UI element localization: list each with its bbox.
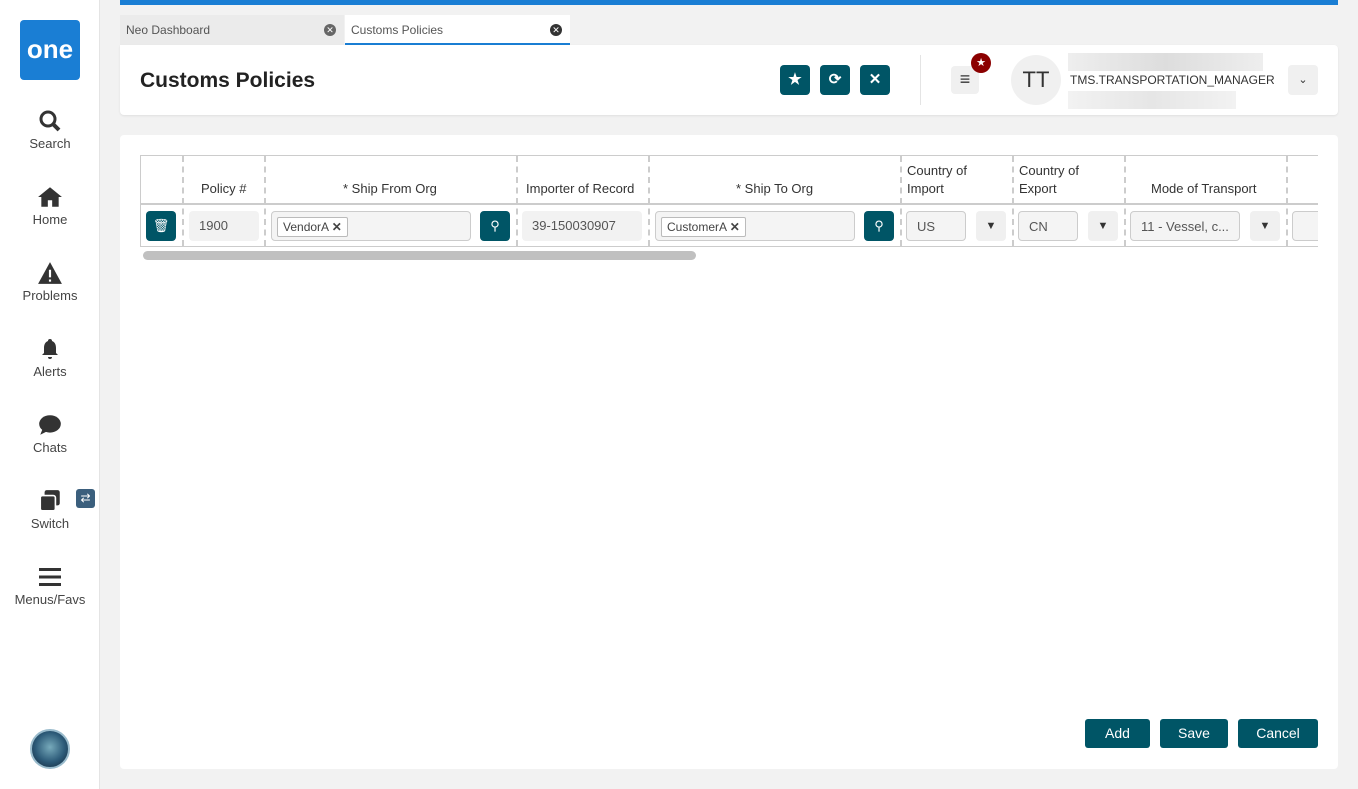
divider bbox=[920, 55, 921, 105]
blurred-user-name bbox=[1068, 53, 1263, 71]
close-button[interactable]: ✕ bbox=[860, 65, 890, 95]
tab-label: Customs Policies bbox=[351, 23, 444, 37]
trash-icon: 🗑 bbox=[152, 218, 170, 233]
remove-chip-icon[interactable]: ✕ bbox=[730, 220, 740, 234]
sidebar-item-label: Chats bbox=[33, 440, 67, 455]
country-import-dropdown[interactable]: ▼ bbox=[976, 211, 1006, 241]
switch-icon bbox=[39, 490, 60, 512]
next-column-field[interactable] bbox=[1292, 211, 1318, 241]
sidebar-item-menus-favs[interactable]: Menus/Favs bbox=[0, 564, 100, 607]
mode-of-transport-dropdown[interactable]: ▼ bbox=[1250, 211, 1280, 241]
list-icon: ≡ bbox=[959, 69, 971, 89]
warning-icon bbox=[38, 262, 62, 284]
chat-icon bbox=[39, 415, 61, 435]
user-menu-dropdown[interactable]: ⌄ bbox=[1288, 65, 1318, 95]
chevron-down-icon: ▼ bbox=[985, 220, 997, 232]
save-button[interactable]: Save bbox=[1160, 719, 1228, 748]
sidebar: one Search Home Problems Alerts Chats Sw… bbox=[0, 0, 100, 789]
favorite-button[interactable]: ★ bbox=[780, 65, 810, 95]
close-icon: ✕ bbox=[868, 71, 882, 88]
top-accent-bar bbox=[120, 0, 1338, 5]
header-ship-from: * Ship From Org bbox=[343, 181, 437, 196]
tab-neo-dashboard[interactable]: Neo Dashboard ✕ bbox=[120, 15, 344, 45]
cancel-button[interactable]: Cancel bbox=[1238, 719, 1318, 748]
search-icon: ⚲ bbox=[490, 218, 500, 233]
country-export-dropdown[interactable]: ▼ bbox=[1088, 211, 1118, 241]
sidebar-item-label: Menus/Favs bbox=[14, 592, 86, 607]
add-button[interactable]: Add bbox=[1085, 719, 1150, 748]
sidebar-item-label: Home bbox=[32, 212, 68, 227]
chevron-down-icon: ▼ bbox=[1259, 220, 1271, 232]
user-role: TMS.TRANSPORTATION_MANAGER bbox=[1070, 73, 1275, 87]
header-country-import: Country of Import bbox=[907, 163, 967, 196]
policy-number-field: 1900 bbox=[189, 211, 259, 241]
chevron-down-icon: ▼ bbox=[1097, 220, 1109, 232]
header-importer: Importer of Record bbox=[526, 181, 635, 196]
app-logo[interactable]: one bbox=[20, 20, 80, 80]
user-initials-avatar: TT bbox=[1011, 55, 1061, 105]
sidebar-item-label: Alerts bbox=[33, 364, 67, 379]
ship-to-search-button[interactable]: ⚲ bbox=[864, 211, 894, 241]
horizontal-scrollbar[interactable] bbox=[143, 251, 696, 260]
sidebar-item-chats[interactable]: Chats bbox=[0, 412, 100, 455]
star-icon: ★ bbox=[788, 71, 802, 88]
sidebar-item-label: Problems bbox=[22, 288, 78, 303]
header-country-export: Country of Export bbox=[1019, 163, 1079, 196]
delete-row-button[interactable]: 🗑 bbox=[146, 211, 176, 241]
mode-of-transport-select[interactable]: 11 - Vessel, c... bbox=[1130, 211, 1240, 241]
search-icon: ⚲ bbox=[874, 218, 884, 233]
policies-panel: Policy # * Ship From Org Importer of Rec… bbox=[120, 135, 1338, 769]
header-policy: Policy # bbox=[201, 181, 247, 196]
refresh-button[interactable]: ⟳ bbox=[820, 65, 850, 95]
remove-chip-icon[interactable]: ✕ bbox=[332, 220, 342, 234]
chevron-down-icon: ⌄ bbox=[1298, 74, 1308, 86]
star-badge-icon: ★ bbox=[971, 53, 991, 73]
blurred-user-info bbox=[1068, 91, 1236, 109]
ship-to-chip: CustomerA ✕ bbox=[661, 217, 746, 237]
sidebar-item-label: Search bbox=[29, 136, 71, 151]
ship-from-search-button[interactable]: ⚲ bbox=[480, 211, 510, 241]
tab-label: Neo Dashboard bbox=[126, 23, 211, 37]
page-header: Customs Policies ★ ⟳ ✕ ≡ ★ TT TMS.TRANSP… bbox=[120, 45, 1338, 115]
ship-from-chip: VendorA ✕ bbox=[277, 217, 348, 237]
sidebar-item-alerts[interactable]: Alerts bbox=[0, 336, 100, 379]
page-title: Customs Policies bbox=[140, 69, 316, 92]
ship-to-field[interactable]: CustomerA ✕ bbox=[655, 211, 855, 241]
menu-icon bbox=[39, 568, 61, 586]
close-tab-icon[interactable]: ✕ bbox=[550, 24, 562, 36]
header-mode: Mode of Transport bbox=[1151, 181, 1257, 196]
importer-of-record-field: 39-150030907 bbox=[522, 211, 642, 241]
sidebar-item-search[interactable]: Search bbox=[0, 108, 100, 151]
search-icon bbox=[39, 110, 61, 132]
refresh-icon: ⟳ bbox=[828, 71, 842, 88]
grid-header-row bbox=[141, 156, 1318, 205]
header-ship-to: * Ship To Org bbox=[736, 181, 814, 196]
sidebar-item-label: Switch bbox=[30, 516, 70, 531]
tab-customs-policies[interactable]: Customs Policies ✕ bbox=[345, 15, 570, 45]
switch-arrows-icon: ⇄ bbox=[76, 489, 95, 508]
home-icon bbox=[38, 187, 62, 207]
bell-icon bbox=[42, 339, 58, 359]
sidebar-item-home[interactable]: Home bbox=[0, 184, 100, 227]
policies-grid: Policy # * Ship From Org Importer of Rec… bbox=[140, 155, 1318, 247]
close-tab-icon[interactable]: ✕ bbox=[324, 24, 336, 36]
user-avatar[interactable] bbox=[30, 729, 70, 769]
country-export-select[interactable]: CN bbox=[1018, 211, 1078, 241]
country-import-select[interactable]: US bbox=[906, 211, 966, 241]
sidebar-item-problems[interactable]: Problems bbox=[0, 260, 100, 303]
ship-from-field[interactable]: VendorA ✕ bbox=[271, 211, 471, 241]
